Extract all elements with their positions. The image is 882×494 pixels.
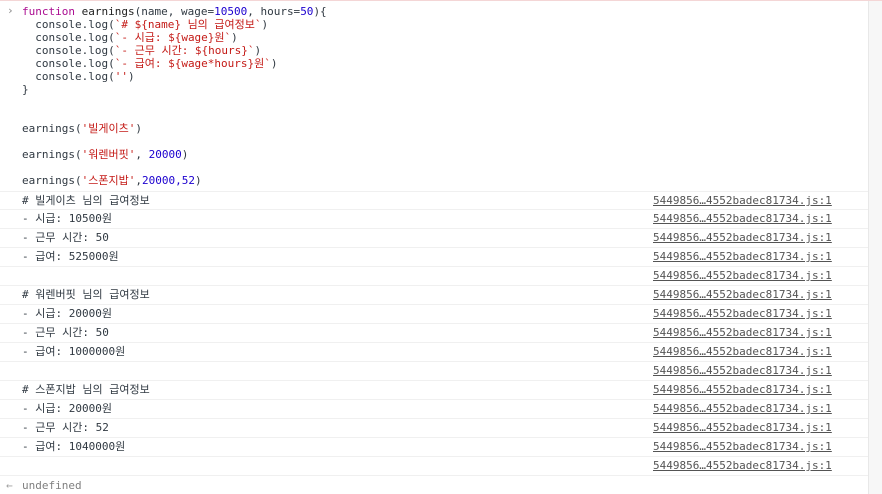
result-row: ← undefined xyxy=(0,477,868,494)
log-row: - 근무 시간: 50 5449856…4552badec81734.js:1 xyxy=(0,229,868,248)
code-text: console.log( xyxy=(22,44,115,57)
log-message: - 시급: 20000원 xyxy=(22,307,112,320)
code-text: ) xyxy=(194,174,202,187)
log-message: - 시급: 20000원 xyxy=(22,402,112,415)
log-row: 5449856…4552badec81734.js:1 xyxy=(0,457,868,476)
code-string: `- 시급: ${wage}원` xyxy=(114,31,232,44)
code-line-log-empty: console.log('') xyxy=(22,70,882,83)
code-text: earnings( xyxy=(22,174,82,187)
log-row: - 급여: 1000000원 5449856…4552badec81734.js:… xyxy=(0,343,868,362)
code-text: , xyxy=(135,174,142,187)
code-text: , xyxy=(135,148,149,161)
log-source-link[interactable]: 5449856…4552badec81734.js:1 xyxy=(653,194,832,208)
wage-default: 10500 xyxy=(214,5,248,18)
code-text: earnings( xyxy=(22,148,82,161)
code-string: `- 급여: ${wage*hours}원` xyxy=(114,57,271,70)
log-source-link[interactable]: 5449856…4552badec81734.js:1 xyxy=(653,383,832,397)
log-message: # 빌게이츠 님의 급여정보 xyxy=(22,194,150,207)
log-source-link[interactable]: 5449856…4552badec81734.js:1 xyxy=(653,231,832,245)
devtools-console: › function earnings(name, wage=10500, ho… xyxy=(0,0,882,494)
return-arrow-icon: ← xyxy=(6,479,13,492)
log-source-link[interactable]: 5449856…4552badec81734.js:1 xyxy=(653,269,832,283)
code-string: '워렌버핏' xyxy=(81,148,136,161)
function-name: earnings xyxy=(81,5,135,18)
keyword-function: function xyxy=(22,5,75,18)
code-number: 20000 xyxy=(148,148,182,161)
log-row: - 근무 시간: 52 5449856…4552badec81734.js:1 xyxy=(0,419,868,438)
log-source-link[interactable]: 5449856…4552badec81734.js:1 xyxy=(653,440,832,454)
code-text: ) xyxy=(127,70,135,83)
log-source-link[interactable]: 5449856…4552badec81734.js:1 xyxy=(653,402,832,416)
code-text: console.log( xyxy=(22,70,115,83)
log-row: - 근무 시간: 50 5449856…4552badec81734.js:1 xyxy=(0,324,868,343)
code-text: ) xyxy=(135,122,142,135)
code-line-function: function earnings(name, wage=10500, hour… xyxy=(22,5,882,18)
log-row: 5449856…4552badec81734.js:1 xyxy=(0,267,868,286)
log-row: - 급여: 525000원 5449856…4552badec81734.js:1 xyxy=(0,248,868,267)
code-text: console.log( xyxy=(22,57,115,70)
log-message: # 워렌버핏 님의 급여정보 xyxy=(22,288,150,301)
log-row: - 시급: 20000원 5449856…4552badec81734.js:1 xyxy=(0,400,868,419)
prompt-chevron-icon: › xyxy=(7,4,14,17)
code-line-log-hours: console.log(`- 근무 시간: ${hours}`) xyxy=(22,44,882,57)
log-row: # 워렌버핏 님의 급여정보 5449856…4552badec81734.js:… xyxy=(0,286,868,305)
code-text: ) xyxy=(261,18,269,31)
code-line-log-pay: console.log(`- 급여: ${wage*hours}원`) xyxy=(22,57,882,70)
code-line-log-wage: console.log(`- 시급: ${wage}원`) xyxy=(22,31,882,44)
code-text: console.log( xyxy=(22,31,115,44)
code-string: '' xyxy=(114,70,128,83)
vertical-scrollbar[interactable] xyxy=(868,1,882,494)
code-string: `- 근무 시간: ${hours}` xyxy=(114,44,255,57)
code-line-log-title: console.log(`# ${name} 님의 급여정보`) xyxy=(22,18,882,31)
result-value: undefined xyxy=(22,479,82,492)
code-line-call-2: earnings('워렌버핏', 20000) xyxy=(22,148,882,161)
code-text: ) xyxy=(270,57,278,70)
params-part-b: , hours= xyxy=(247,5,301,18)
log-message: - 근무 시간: 52 xyxy=(22,421,109,434)
code-line-close-brace: } xyxy=(22,83,29,96)
params-part-a: (name, wage= xyxy=(134,5,215,18)
code-text: ) xyxy=(254,44,262,57)
code-text: ) xyxy=(231,31,238,44)
log-row: 5449856…4552badec81734.js:1 xyxy=(0,362,868,381)
code-text: ) xyxy=(181,148,189,161)
code-text: console.log( xyxy=(22,18,115,31)
hours-default: 50 xyxy=(300,5,314,18)
log-source-link[interactable]: 5449856…4552badec81734.js:1 xyxy=(653,364,832,378)
log-row: - 시급: 10500원 5449856…4552badec81734.js:1 xyxy=(0,210,868,229)
log-message: - 근무 시간: 50 xyxy=(22,326,109,339)
log-source-link[interactable]: 5449856…4552badec81734.js:1 xyxy=(653,307,832,321)
log-message: - 급여: 525000원 xyxy=(22,250,119,263)
log-source-link[interactable]: 5449856…4552badec81734.js:1 xyxy=(653,288,832,302)
code-line-call-1: earnings('빌게이츠') xyxy=(22,122,882,135)
log-message: - 급여: 1000000원 xyxy=(22,345,126,358)
code-string: `# ${name} 님의 급여정보` xyxy=(114,18,262,31)
log-row: # 스폰지밥 님의 급여정보 5449856…4552badec81734.js:… xyxy=(0,381,868,400)
log-source-link[interactable]: 5449856…4552badec81734.js:1 xyxy=(653,250,832,264)
code-text: earnings( xyxy=(22,122,82,135)
log-source-link[interactable]: 5449856…4552badec81734.js:1 xyxy=(653,212,832,226)
log-source-link[interactable]: 5449856…4552badec81734.js:1 xyxy=(653,421,832,435)
code-string: '스폰지밥' xyxy=(81,174,136,187)
code-number: 20000,52 xyxy=(141,174,195,187)
params-part-c: ){ xyxy=(313,5,327,18)
log-source-link[interactable]: 5449856…4552badec81734.js:1 xyxy=(653,345,832,359)
code-string: '빌게이츠' xyxy=(81,122,136,135)
log-message: # 스폰지밥 님의 급여정보 xyxy=(22,383,150,396)
log-row: - 시급: 20000원 5449856…4552badec81734.js:1 xyxy=(0,305,868,324)
log-message: - 시급: 10500원 xyxy=(22,212,112,225)
log-message: - 급여: 1040000원 xyxy=(22,440,126,453)
log-row: # 빌게이츠 님의 급여정보 5449856…4552badec81734.js:… xyxy=(0,191,868,210)
log-row: - 급여: 1040000원 5449856…4552badec81734.js:… xyxy=(0,438,868,457)
log-source-link[interactable]: 5449856…4552badec81734.js:1 xyxy=(653,326,832,340)
log-source-link[interactable]: 5449856…4552badec81734.js:1 xyxy=(653,459,832,473)
console-input-block[interactable]: › function earnings(name, wage=10500, ho… xyxy=(0,1,882,187)
log-message: - 근무 시간: 50 xyxy=(22,231,109,244)
code-line-call-3: earnings('스폰지밥',20000,52) xyxy=(22,174,882,187)
